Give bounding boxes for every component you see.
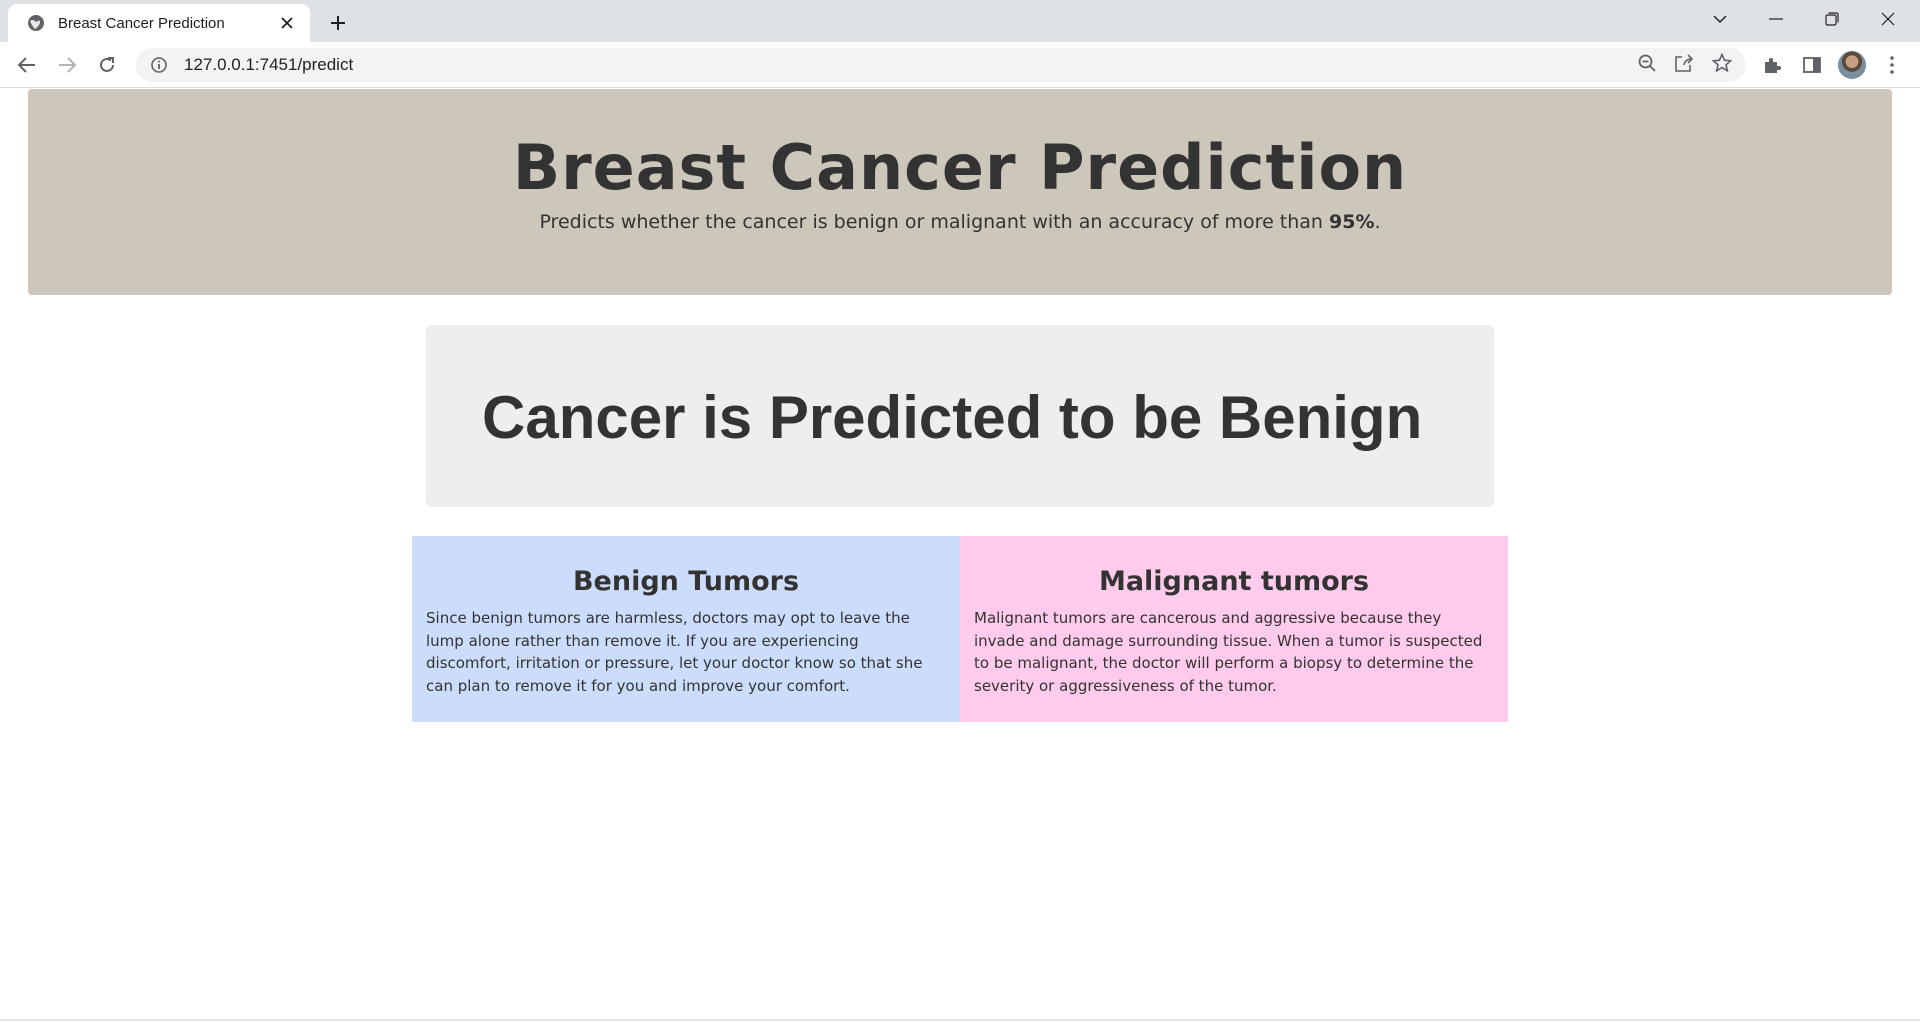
browser-toolbar: 127.0.0.1:7451/predict xyxy=(0,42,1920,88)
malignant-text: Malignant tumors are cancerous and aggre… xyxy=(974,609,1483,695)
puzzle-icon[interactable] xyxy=(1756,49,1788,81)
close-icon[interactable] xyxy=(276,12,298,34)
zoom-out-icon[interactable] xyxy=(1638,54,1656,76)
share-icon[interactable] xyxy=(1674,54,1694,76)
prediction-result-box: Cancer is Predicted to be Benign xyxy=(426,325,1494,507)
plus-icon[interactable] xyxy=(324,9,352,37)
info-icon[interactable] xyxy=(150,56,168,74)
subtitle-text: Predicts whether the cancer is benign or… xyxy=(539,211,1330,233)
address-bar[interactable]: 127.0.0.1:7451/predict xyxy=(136,48,1746,82)
arrow-right-icon[interactable] xyxy=(51,49,83,81)
page-content: Breast Cancer Prediction Predicts whethe… xyxy=(0,89,1920,1023)
benign-text: Since benign tumors are harmless, doctor… xyxy=(426,609,923,695)
header-banner: Breast Cancer Prediction Predicts whethe… xyxy=(28,89,1892,295)
browser-tab[interactable]: Breast Cancer Prediction xyxy=(8,4,310,42)
benign-info-card: Benign Tumors Since benign tumors are ha… xyxy=(412,536,960,722)
star-icon[interactable] xyxy=(1711,52,1733,77)
prediction-result: Cancer is Predicted to be Benign xyxy=(482,384,1423,451)
subtitle-end: . xyxy=(1374,211,1381,233)
malignant-info-card: Malignant tumors Malignant tumors are ca… xyxy=(960,536,1508,722)
window-close-icon[interactable] xyxy=(1860,0,1916,38)
arrow-left-icon[interactable] xyxy=(11,49,43,81)
malignant-title: Malignant tumors xyxy=(1098,566,1370,597)
page-subtitle: Predicts whether the cancer is benign or… xyxy=(28,211,1892,233)
profile-avatar[interactable] xyxy=(1836,49,1868,81)
minimize-icon[interactable] xyxy=(1748,0,1804,38)
window-bottom-border xyxy=(0,1019,1920,1021)
more-vert-icon[interactable] xyxy=(1876,49,1908,81)
reload-icon[interactable] xyxy=(91,49,123,81)
accuracy-value: 95% xyxy=(1329,211,1375,233)
tumor-info-section: Benign Tumors Since benign tumors are ha… xyxy=(412,536,1508,722)
restore-icon[interactable] xyxy=(1804,0,1860,38)
avatar xyxy=(1838,51,1866,79)
browser-tab-bar: Breast Cancer Prediction xyxy=(0,0,1920,42)
page-title: Breast Cancer Prediction xyxy=(512,131,1408,204)
benign-title: Benign Tumors xyxy=(572,566,800,597)
chevron-down-icon[interactable] xyxy=(1692,0,1748,38)
globe-icon xyxy=(26,13,46,33)
side-panel-icon[interactable] xyxy=(1796,49,1828,81)
url-text[interactable]: 127.0.0.1:7451/predict xyxy=(184,55,353,75)
tab-title: Breast Cancer Prediction xyxy=(58,14,225,32)
